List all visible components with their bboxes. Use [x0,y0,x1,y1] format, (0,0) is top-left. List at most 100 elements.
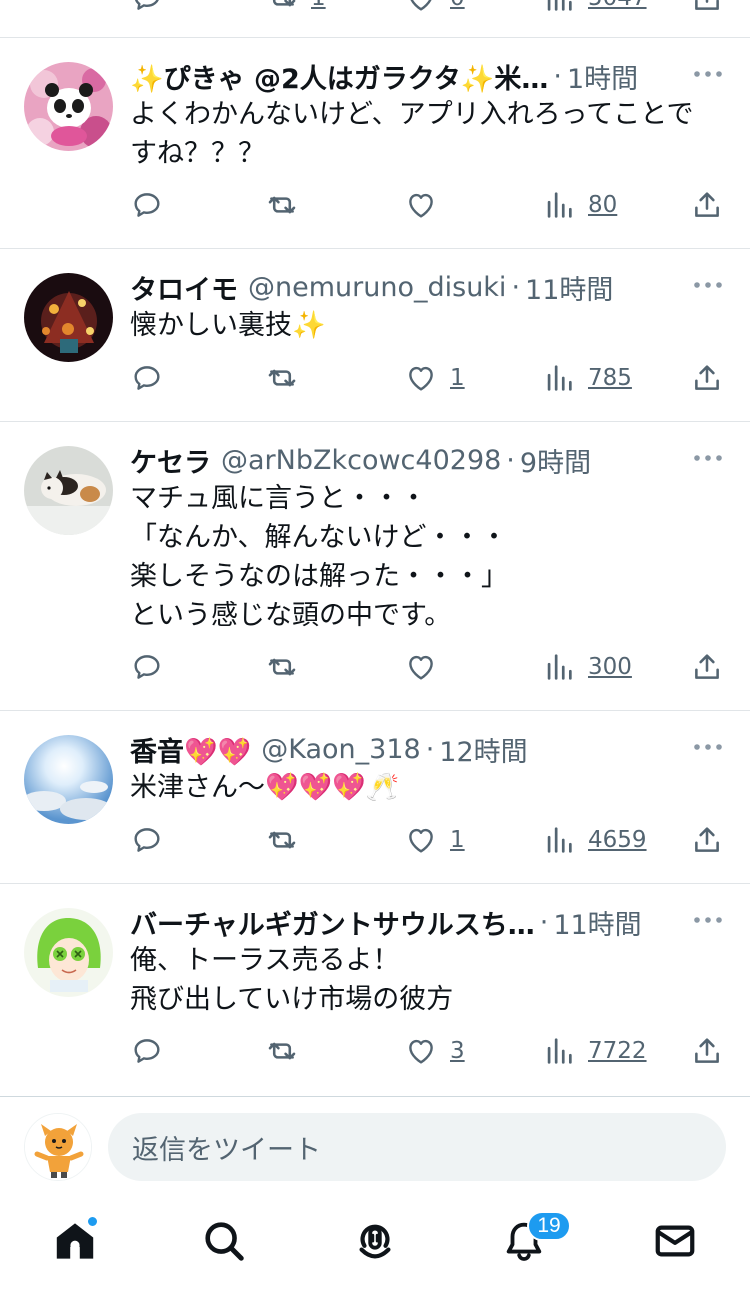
retweet-button[interactable] [265,358,299,398]
reply-button[interactable] [130,185,164,225]
share-button[interactable] [690,358,724,398]
view-count: 300 [588,654,632,680]
timestamp[interactable]: 11時間 [525,268,613,307]
share-icon [695,1038,719,1063]
reply-icon [135,0,159,10]
user-handle[interactable]: @arNbZkcowc40298 [221,445,501,476]
tweet-text-line: よくわかんないけど、アプリ入れろってことで [130,99,694,130]
more-options-icon[interactable] [692,741,724,753]
display-name[interactable]: バーチャルギガントサウルスち… [130,903,535,942]
tweet-text-line: すね？？？ [130,138,265,169]
tweet-text-line: という感じな頭の中です。 [130,600,452,631]
previous-tweet-actions: 1 0 5047 [0,0,750,38]
new-posts-indicator [86,1215,99,1228]
reply-button[interactable] [130,0,164,18]
timestamp[interactable]: 1時間 [567,57,638,96]
display-name[interactable]: ケセラ [130,441,211,480]
views-button[interactable]: 5047 [542,0,647,18]
reply-icon [134,828,160,852]
reply-icon [134,1039,160,1063]
reply-button[interactable] [130,820,164,860]
like-button[interactable]: 1 [404,358,465,398]
tweet-item[interactable]: バーチャルギガントサウルスち… · 11時間 俺、トーラス売るよ！ 飛び出してい… [0,884,750,1096]
tweet-item[interactable]: 香音💖💖 @Kaon_318 · 12時間 米津さん〜💖💖💖🥂 1 4659 [0,711,750,884]
tweet-item[interactable]: ケセラ @arNbZkcowc40298 · 9時間 マチュ風に言うと・・・ 「… [0,422,750,711]
more-options-icon[interactable] [692,914,724,926]
tweet-text-line: マチュ風に言うと・・・ [130,483,427,514]
reply-button[interactable] [130,1031,164,1071]
views-button[interactable]: 785 [542,358,632,398]
share-button[interactable] [690,647,724,687]
reply-icon [134,655,160,679]
views-button[interactable]: 4659 [542,820,647,860]
avatar[interactable] [24,273,113,362]
tweet-text-line: 飛び出していけ市場の彼方 [130,984,454,1015]
user-handle[interactable]: @Kaon_318 [261,734,420,765]
more-options-icon[interactable] [692,452,724,464]
tweet-text-line: 俺、トーラス売るよ！ [130,945,400,976]
like-count: 1 [450,365,465,391]
views-icon [547,192,572,218]
share-button[interactable] [690,185,724,225]
retweet-button[interactable] [265,647,299,687]
heart-icon [410,0,432,11]
like-count: 0 [450,0,465,11]
tweet-header: バーチャルギガントサウルスち… · 11時間 [130,902,690,942]
timestamp[interactable]: 12時間 [439,730,527,769]
tweet-text: 米津さん〜💖💖💖🥂 [130,768,730,807]
retweet-button[interactable] [265,820,299,860]
like-button[interactable]: 1 [404,820,465,860]
heart-icon [409,1039,433,1064]
reply-input[interactable]: 返信をツイート [108,1113,726,1181]
share-button[interactable] [690,0,724,18]
views-icon [547,1038,572,1064]
like-button[interactable]: 3 [404,1031,465,1071]
views-button[interactable]: 300 [542,647,632,687]
retweet-button[interactable] [265,185,299,225]
nav-messages[interactable] [650,1216,700,1266]
tweet-text: 俺、トーラス売るよ！ 飛び出していけ市場の彼方 [130,941,730,1019]
tweet-text-line: 楽しそうなのは解った・・・」 [130,561,508,592]
like-button[interactable] [404,647,438,687]
nav-search[interactable] [199,1216,249,1266]
tweet-item[interactable]: タロイモ @nemuruno_disuki · 11時間 懐かしい裏技✨ 1 7… [0,249,750,422]
tweet-item[interactable]: ✨ぴきゃ @2人はガラクタ✨米… · 1時間 よくわかんないけど、アプリ入れろっ… [0,38,750,249]
avatar[interactable] [24,446,113,535]
spaces-icon [359,1224,391,1259]
retweet-button[interactable] [265,1031,299,1071]
like-count: 1 [450,827,465,853]
view-count: 785 [588,365,632,391]
my-avatar[interactable] [24,1113,92,1181]
tweet-header: タロイモ @nemuruno_disuki · 11時間 [130,267,690,307]
reply-button[interactable] [130,358,164,398]
views-button[interactable]: 80 [542,185,617,225]
separator: · [511,271,521,303]
avatar[interactable] [24,62,113,151]
display-name[interactable]: 香音💖💖 [130,730,251,769]
tweet-text: マチュ風に言うと・・・ 「なんか、解んないけど・・・ 楽しそうなのは解った・・・… [130,479,730,635]
reply-button[interactable] [130,647,164,687]
timestamp[interactable]: 11時間 [553,903,641,942]
like-button[interactable] [404,185,438,225]
more-options-icon[interactable] [692,279,724,291]
display-name[interactable]: タロイモ [130,268,238,307]
heart-icon [409,366,433,391]
avatar[interactable] [24,908,113,997]
display-name[interactable]: ✨ぴきゃ @2人はガラクタ✨米… [130,57,548,96]
user-handle[interactable]: @nemuruno_disuki [248,272,506,303]
avatar[interactable] [24,735,113,824]
like-button[interactable]: 0 [404,0,465,18]
share-icon [695,654,719,679]
views-button[interactable]: 7722 [542,1031,647,1071]
heart-icon [409,828,433,853]
separator: · [539,906,549,938]
like-count: 3 [450,1038,465,1064]
share-button[interactable] [690,820,724,860]
nav-spaces[interactable] [350,1216,400,1266]
share-button[interactable] [690,1031,724,1071]
more-options-icon[interactable] [692,68,724,80]
retweet-button[interactable]: 1 [265,0,326,18]
tweet-text: よくわかんないけど、アプリ入れろってことで すね？？？ [130,95,730,173]
timestamp[interactable]: 9時間 [520,441,591,480]
share-icon [695,365,719,390]
